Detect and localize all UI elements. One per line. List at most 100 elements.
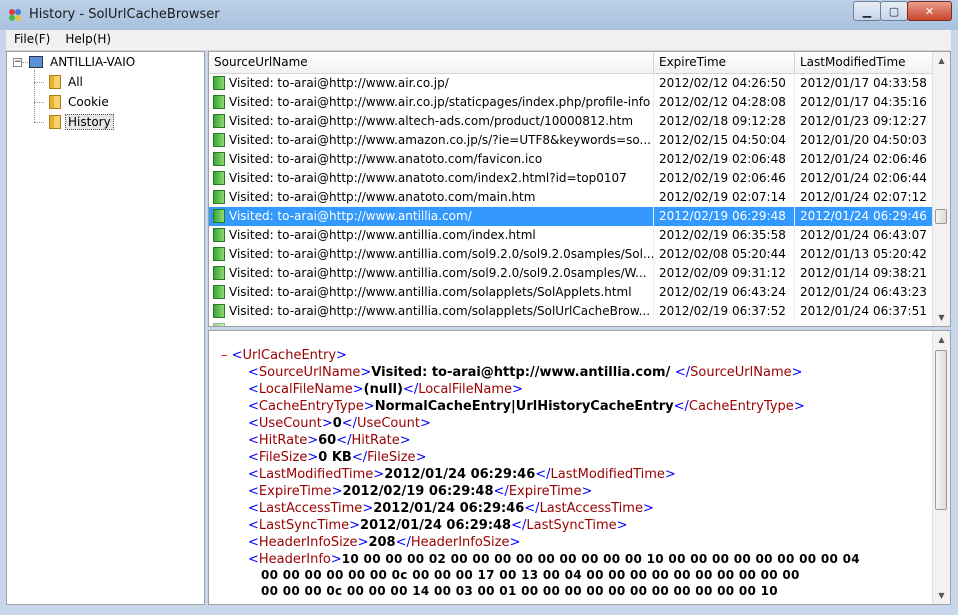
cache-entry-list[interactable]: SourceUrlName ExpireTime LastModifiedTim… (208, 51, 951, 327)
cell-lastmodifiedtime: 2012/01/24 06:43:07 (795, 226, 933, 245)
cell-lastmodifiedtime: 2012/01/24 02:06:44 (795, 169, 933, 188)
table-row[interactable]: Visited: to-arai@http://www.air.co.jp/20… (209, 74, 933, 93)
xml-tag: LastModifiedTime (550, 467, 665, 482)
xml-value: 2012/01/24 06:29:46 (373, 501, 525, 516)
tree-node-cookie[interactable]: Cookie (49, 93, 112, 111)
xml-value: 2012/01/24 06:29:48 (360, 518, 512, 533)
tree-node-label: All (68, 75, 83, 89)
cell-expiretime: 2012/02/19 06:29:48 (654, 207, 795, 226)
header-info-hex: 00 00 00 00 00 00 0c 00 00 00 17 00 13 0… (261, 568, 800, 582)
table-row[interactable]: Visited: to-arai@http://www.anatoto.com/… (209, 188, 933, 207)
xml-tag: LastSyncTime (258, 518, 350, 533)
cell-expiretime: 2012/02/19 06:43:24 (654, 283, 795, 302)
table-row[interactable] (209, 321, 933, 326)
table-row[interactable]: Visited: to-arai@http://www.antillia.com… (209, 226, 933, 245)
cell-lastmodifiedtime: 2012/01/20 04:50:03 (795, 131, 933, 150)
xml-value: 208 (368, 535, 396, 550)
scroll-down-icon[interactable]: ▼ (933, 587, 950, 604)
cell-expiretime: 2012/02/09 09:31:12 (654, 264, 795, 283)
xml-field: <HitRate>60</HitRate> (248, 433, 411, 448)
xml-tag: CacheEntryType (688, 399, 794, 414)
tree-view[interactable]: − ANTILLIA-VAIO All Cookie History (6, 51, 205, 605)
xml-value: (null) (363, 382, 403, 397)
cell-lastmodifiedtime: 2012/01/23 09:12:27 (795, 112, 933, 131)
maximize-icon: ▢ (888, 4, 900, 18)
tree-connector (34, 122, 44, 123)
table-row[interactable]: Visited: to-arai@http://www.antillia.com… (209, 245, 933, 264)
minimize-button[interactable]: ▁ (853, 1, 881, 21)
tree-node-all[interactable]: All (49, 73, 86, 91)
list-scrollbar[interactable]: ▲ ▼ (932, 52, 950, 326)
menu-bar: File(F) Help(H) (6, 30, 951, 51)
xml-value: 2012/01/24 06:29:46 (384, 467, 536, 482)
table-row[interactable]: Visited: to-arai@http://www.antillia.com… (209, 207, 933, 226)
menu-help[interactable]: Help(H) (57, 30, 118, 46)
xml-tag: LocalFileName (418, 382, 513, 397)
table-row[interactable]: Visited: to-arai@http://www.amazon.co.jp… (209, 131, 933, 150)
table-row[interactable]: Visited: to-arai@http://www.anatoto.com/… (209, 150, 933, 169)
scroll-up-icon[interactable]: ▲ (933, 331, 950, 348)
xml-field: <SourceUrlName>Visited: to-arai@http://w… (248, 365, 803, 380)
collapse-toggle[interactable]: − (13, 58, 22, 67)
cell-sourceurlname: Visited: to-arai@http://www.antillia.com… (209, 207, 654, 226)
xml-tag: LastAccessTime (258, 501, 363, 516)
cell-lastmodifiedtime: 2012/01/14 09:38:21 (795, 264, 933, 283)
cell-sourceurlname: Visited: to-arai@http://www.air.co.jp/st… (209, 93, 654, 112)
tree-node-history[interactable]: History (49, 113, 114, 131)
column-header-expiretime[interactable]: ExpireTime (654, 52, 795, 73)
cell-sourceurlname: Visited: to-arai@http://www.antillia.com… (209, 226, 654, 245)
app-icon (9, 9, 21, 21)
tree-node-label: History (65, 114, 114, 130)
cell-sourceurlname: Visited: to-arai@http://www.anatoto.com/… (209, 169, 654, 188)
folder-icon (49, 75, 61, 89)
table-row[interactable]: Visited: to-arai@http://www.antillia.com… (209, 264, 933, 283)
folder-icon (49, 115, 61, 129)
xml-field: <LastAccessTime>2012/01/24 06:29:46</Las… (248, 501, 654, 516)
scroll-thumb[interactable] (935, 209, 947, 224)
cell-expiretime: 2012/02/19 02:07:14 (654, 188, 795, 207)
xml-field: <FileSize>0 KB</FileSize> (248, 450, 427, 465)
xml-tag: HeaderInfoSize (410, 535, 510, 550)
xml-field: <HeaderInfoSize>208</HeaderInfoSize> (248, 535, 521, 550)
maximize-button[interactable]: ▢ (880, 1, 908, 21)
xml-field: <LastModifiedTime>2012/01/24 06:29:46</L… (248, 467, 676, 482)
column-header-sourceurlname[interactable]: SourceUrlName (209, 52, 654, 73)
table-row[interactable]: Visited: to-arai@http://www.altech-ads.c… (209, 112, 933, 131)
xml-tag: FileSize (367, 450, 416, 465)
tree-connector (22, 62, 28, 63)
tree-node-root[interactable]: ANTILLIA-VAIO (29, 53, 138, 71)
detail-scrollbar[interactable]: ▲ ▼ (932, 331, 950, 604)
header-info-hex: 00 00 00 0c 00 00 00 14 00 03 00 01 00 0… (261, 584, 778, 598)
table-row[interactable]: Visited: to-arai@http://www.anatoto.com/… (209, 169, 933, 188)
close-button[interactable]: ✕ (907, 1, 952, 21)
xml-tag: UseCount (258, 416, 322, 431)
history-entry-icon (213, 323, 225, 326)
tree-connector (34, 82, 44, 83)
xml-tag: HitRate (258, 433, 308, 448)
scroll-up-icon[interactable]: ▲ (933, 52, 950, 69)
xml-field: <UseCount>0</UseCount> (248, 416, 431, 431)
tree-connector (34, 70, 35, 122)
xml-root-open: – <UrlCacheEntry> (221, 348, 347, 363)
entry-detail-view[interactable]: – <UrlCacheEntry> <SourceUrlName>Visited:… (208, 330, 951, 605)
menu-file[interactable]: File(F) (6, 30, 57, 46)
column-header-lastmodifiedtime[interactable]: LastModifiedTime (795, 52, 933, 73)
scroll-thumb[interactable] (935, 350, 947, 510)
cell-lastmodifiedtime: 2012/01/17 04:35:16 (795, 93, 933, 112)
xml-field: <LastSyncTime>2012/01/24 06:29:48</LastS… (248, 518, 628, 533)
xml-tag: HitRate (351, 433, 400, 448)
minimize-icon: ▁ (862, 4, 872, 18)
table-row[interactable]: Visited: to-arai@http://www.antillia.com… (209, 283, 933, 302)
collapse-icon[interactable]: – (221, 348, 228, 363)
xml-value: Visited: to-arai@http://www.antillia.com… (371, 365, 675, 380)
scroll-down-icon[interactable]: ▼ (933, 309, 950, 326)
xml-tag: FileSize (258, 450, 308, 465)
xml-value: 2012/02/19 06:29:48 (342, 484, 494, 499)
xml-header-info-line: 00 00 00 0c 00 00 00 14 00 03 00 01 00 0… (261, 583, 778, 600)
cell-lastmodifiedtime: 2012/01/24 06:29:46 (795, 207, 933, 226)
table-row[interactable]: Visited: to-arai@http://www.air.co.jp/st… (209, 93, 933, 112)
table-row[interactable]: Visited: to-arai@http://www.antillia.com… (209, 302, 933, 321)
cell-expiretime: 2012/02/19 06:35:58 (654, 226, 795, 245)
folder-icon (49, 95, 61, 109)
cell-expiretime: 2012/02/12 04:26:50 (654, 74, 795, 93)
